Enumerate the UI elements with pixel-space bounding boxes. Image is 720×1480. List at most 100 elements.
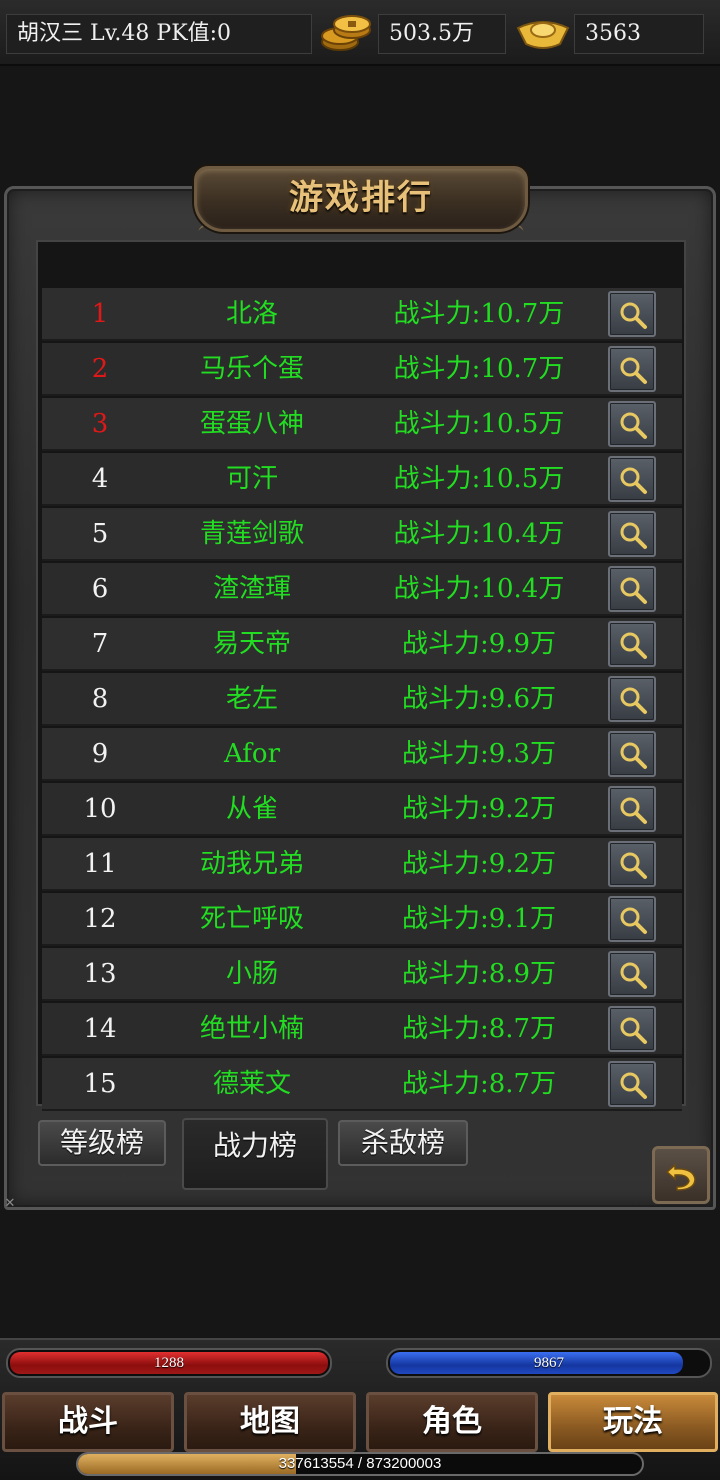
rank-number: 9 — [91, 739, 109, 769]
mp-bar: 9867 — [386, 1348, 712, 1378]
view-player-button[interactable] — [608, 896, 656, 942]
player-name: 绝世小楠 — [199, 1014, 304, 1044]
player-name: 渣渣琿 — [212, 574, 291, 604]
combat-power: 战斗力:10.5万 — [393, 409, 565, 439]
combat-power: 战斗力:10.7万 — [393, 299, 565, 329]
panel-title-plate: 游戏排行 — [194, 166, 528, 232]
view-player-button[interactable] — [608, 291, 656, 337]
tab-level-ranking[interactable]: 等级榜 — [38, 1120, 166, 1166]
rank-number: 11 — [83, 849, 117, 879]
magnifier-icon — [620, 412, 647, 439]
magnifier-icon — [620, 797, 647, 824]
rank-number: 6 — [91, 574, 109, 604]
combat-power: 战斗力:8.7万 — [401, 1014, 557, 1044]
combat-power: 战斗力:9.6万 — [401, 684, 557, 714]
rank-number: 12 — [83, 904, 117, 934]
close-icon[interactable]: ✕ — [2, 1196, 18, 1212]
player-name: 从雀 — [225, 794, 278, 824]
ranking-row: 11 动我兄弟 战斗力:9.2万 — [42, 838, 682, 891]
view-player-button[interactable] — [608, 566, 656, 612]
magnifier-icon — [620, 1017, 647, 1044]
combat-power: 战斗力:9.9万 — [401, 629, 557, 659]
view-player-button[interactable] — [608, 951, 656, 997]
rank-number: 10 — [83, 794, 117, 824]
view-player-button[interactable] — [608, 731, 656, 777]
ranking-row: 2 马乐个蛋 战斗力:10.7万 — [42, 343, 682, 396]
player-name: 青莲剑歌 — [199, 519, 304, 549]
player-info: 胡汉三 Lv.48 PK值:0 — [6, 14, 312, 54]
tab-power-ranking[interactable]: 战力榜 — [182, 1118, 328, 1190]
ranking-row: 6 渣渣琿 战斗力:10.4万 — [42, 563, 682, 616]
rank-number: 1 — [91, 299, 109, 329]
player-name: 可汗 — [225, 464, 278, 494]
combat-power: 战斗力:8.7万 — [401, 1069, 557, 1099]
exp-bar: 337613554 / 873200003 — [76, 1452, 644, 1476]
rank-number: 2 — [91, 354, 109, 384]
magnifier-icon — [620, 467, 647, 494]
hp-bar: 1288 — [6, 1348, 332, 1378]
magnifier-icon — [620, 962, 647, 989]
rank-number: 3 — [91, 409, 109, 439]
ranking-row: 4 可汗 战斗力:10.5万 — [42, 453, 682, 506]
ingot-amount: 3563 — [574, 14, 704, 54]
combat-power: 战斗力:9.1万 — [401, 904, 557, 934]
magnifier-icon — [620, 687, 647, 714]
combat-power: 战斗力:9.2万 — [401, 794, 557, 824]
player-name: 德莱文 — [212, 1069, 291, 1099]
ranking-row: 5 青莲剑歌 战斗力:10.4万 — [42, 508, 682, 561]
ranking-row: 12 死亡呼吸 战斗力:9.1万 — [42, 893, 682, 946]
player-name: 马乐个蛋 — [199, 354, 304, 384]
back-button[interactable] — [652, 1146, 710, 1204]
return-arrow-icon — [665, 1163, 696, 1191]
exp-value: 337613554 / 873200003 — [278, 1455, 442, 1472]
ranking-row: 8 老左 战斗力:9.6万 — [42, 673, 682, 726]
panel-title: 游戏排行 — [289, 178, 433, 218]
player-name: 动我兄弟 — [199, 849, 304, 879]
magnifier-icon — [620, 742, 647, 769]
view-player-button[interactable] — [608, 841, 656, 887]
ranking-row: 10 从雀 战斗力:9.2万 — [42, 783, 682, 836]
nav-battle-button[interactable]: 战斗 — [2, 1392, 174, 1452]
ranking-row: 15 德莱文 战斗力:8.7万 — [42, 1058, 682, 1111]
gold-ingot-icon — [516, 21, 570, 49]
magnifier-icon — [620, 907, 647, 934]
gold-amount: 503.5万 — [378, 14, 506, 54]
ranking-row: 13 小肠 战斗力:8.9万 — [42, 948, 682, 1001]
nav-map-button[interactable]: 地图 — [184, 1392, 356, 1452]
player-name: 易天帝 — [212, 629, 291, 659]
view-player-button[interactable] — [608, 1061, 656, 1107]
player-name: Afor — [223, 739, 281, 769]
nav-role-button[interactable]: 角色 — [366, 1392, 538, 1452]
magnifier-icon — [620, 522, 647, 549]
view-player-button[interactable] — [608, 676, 656, 722]
combat-power: 战斗力:10.4万 — [393, 574, 565, 604]
nav-play-button[interactable]: 玩法 — [548, 1392, 718, 1452]
combat-power: 战斗力:8.9万 — [401, 959, 557, 989]
player-name: 老左 — [225, 684, 278, 714]
rank-number: 13 — [83, 959, 117, 989]
magnifier-icon — [620, 852, 647, 879]
view-player-button[interactable] — [608, 346, 656, 392]
hp-value: 1288 — [154, 1355, 184, 1371]
ranking-row: 7 易天帝 战斗力:9.9万 — [42, 618, 682, 671]
rank-number: 14 — [83, 1014, 117, 1044]
combat-power: 战斗力:9.3万 — [401, 739, 557, 769]
player-name: 蛋蛋八神 — [199, 409, 304, 439]
ranking-row: 14 绝世小楠 战斗力:8.7万 — [42, 1003, 682, 1056]
view-player-button[interactable] — [608, 786, 656, 832]
view-player-button[interactable] — [608, 511, 656, 557]
player-name: 小肠 — [225, 959, 278, 989]
combat-power: 战斗力:9.2万 — [401, 849, 557, 879]
magnifier-icon — [620, 1072, 647, 1099]
view-player-button[interactable] — [608, 1006, 656, 1052]
view-player-button[interactable] — [608, 621, 656, 667]
rank-number: 5 — [91, 519, 109, 549]
ranking-row: 9 Afor 战斗力:9.3万 — [42, 728, 682, 781]
rank-number: 4 — [91, 464, 109, 494]
rank-number: 7 — [91, 629, 109, 659]
magnifier-icon — [620, 577, 647, 604]
tab-kill-ranking[interactable]: 杀敌榜 — [338, 1120, 468, 1166]
view-player-button[interactable] — [608, 456, 656, 502]
ranking-row: 1 北洛 战斗力:10.7万 — [42, 288, 682, 341]
view-player-button[interactable] — [608, 401, 656, 447]
